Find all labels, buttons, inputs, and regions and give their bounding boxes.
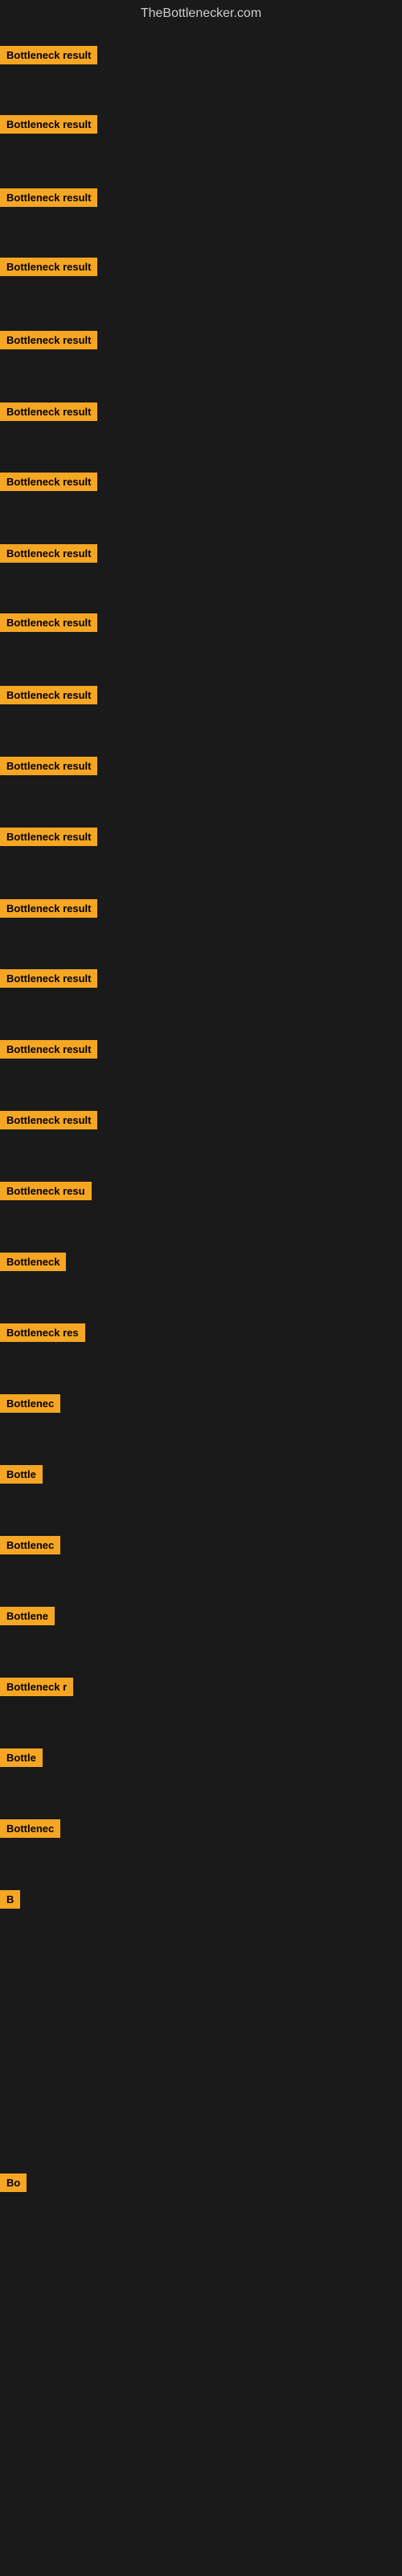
bottleneck-item: Bottleneck result	[0, 1111, 97, 1129]
bottleneck-label: Bottleneck result	[0, 331, 97, 349]
bottleneck-item: Bottleneck result	[0, 188, 97, 207]
bottleneck-label: B	[0, 1890, 20, 1909]
bottleneck-item: Bottleneck result	[0, 331, 97, 349]
bottleneck-item: Bottleneck result	[0, 899, 97, 918]
bottleneck-item: Bottleneck result	[0, 686, 97, 704]
bottleneck-label: Bo	[0, 2174, 27, 2192]
bottleneck-label: Bottleneck result	[0, 613, 97, 632]
bottleneck-label: Bottleneck result	[0, 115, 97, 134]
bottleneck-item: Bottlene	[0, 1607, 55, 1625]
bottleneck-label: Bottle	[0, 1465, 43, 1484]
bottleneck-item: Bottlenec	[0, 1394, 60, 1413]
bottleneck-item: Bottleneck r	[0, 1678, 73, 1696]
bottleneck-label: Bottleneck result	[0, 1040, 97, 1059]
bottleneck-label: Bottleneck result	[0, 473, 97, 491]
bottleneck-label: Bottleneck	[0, 1253, 66, 1271]
bottleneck-item: Bottleneck res	[0, 1323, 85, 1342]
bottleneck-label: Bottleneck result	[0, 46, 97, 64]
bottleneck-item: Bottle	[0, 1465, 43, 1484]
bottleneck-label: Bottleneck result	[0, 402, 97, 421]
bottleneck-item: Bottleneck result	[0, 828, 97, 846]
bottleneck-item: Bottleneck	[0, 1253, 66, 1271]
bottleneck-item: Bottleneck result	[0, 757, 97, 775]
bottleneck-item: Bottleneck result	[0, 1040, 97, 1059]
bottleneck-label: Bottleneck result	[0, 258, 97, 276]
bottleneck-label: Bottlenec	[0, 1819, 60, 1838]
bottleneck-label: Bottlene	[0, 1607, 55, 1625]
bottleneck-item: Bottleneck result	[0, 258, 97, 276]
bottleneck-item: Bottleneck result	[0, 115, 97, 134]
bottleneck-label: Bottleneck resu	[0, 1182, 92, 1200]
bottleneck-item: Bottlenec	[0, 1819, 60, 1838]
bottleneck-label: Bottle	[0, 1748, 43, 1767]
bottleneck-label: Bottlenec	[0, 1536, 60, 1554]
bottleneck-item: Bottleneck result	[0, 402, 97, 421]
bottleneck-item: Bottleneck result	[0, 969, 97, 988]
bottleneck-item: Bottleneck result	[0, 544, 97, 563]
bottleneck-label: Bottleneck result	[0, 757, 97, 775]
bottleneck-item: Bottleneck resu	[0, 1182, 92, 1200]
bottleneck-label: Bottleneck res	[0, 1323, 85, 1342]
bottleneck-label: Bottleneck result	[0, 544, 97, 563]
bottleneck-item: Bottleneck result	[0, 613, 97, 632]
bottleneck-item: Bottlenec	[0, 1536, 60, 1554]
bottleneck-label: Bottleneck result	[0, 899, 97, 918]
bottleneck-item: Bottle	[0, 1748, 43, 1767]
bottleneck-label: Bottleneck result	[0, 969, 97, 988]
bottleneck-item: B	[0, 1890, 20, 1909]
bottleneck-item: Bo	[0, 2174, 27, 2192]
bottleneck-label: Bottleneck result	[0, 828, 97, 846]
bottleneck-item: Bottleneck result	[0, 473, 97, 491]
bottleneck-label: Bottleneck r	[0, 1678, 73, 1696]
site-title: TheBottlenecker.com	[0, 0, 402, 27]
bottleneck-label: Bottlenec	[0, 1394, 60, 1413]
bottleneck-label: Bottleneck result	[0, 188, 97, 207]
bottleneck-label: Bottleneck result	[0, 686, 97, 704]
bottleneck-label: Bottleneck result	[0, 1111, 97, 1129]
bottleneck-item: Bottleneck result	[0, 46, 97, 64]
